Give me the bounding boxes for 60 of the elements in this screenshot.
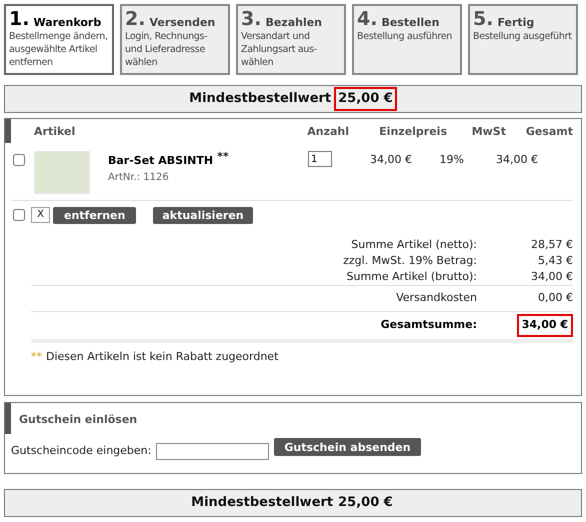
step-title: Versenden [149, 16, 216, 29]
step-description: Login, Rechnungs- und Lieferadresse wählen [125, 30, 208, 69]
summary-value: 34,00 € [531, 268, 573, 285]
step-title: Bezahlen [265, 16, 322, 29]
section-accent-bar [5, 403, 11, 434]
minimum-order-label: Mindestbestellwert [191, 494, 334, 512]
step-title: Warenkorb [33, 16, 102, 29]
summary-value: 28,57 € [531, 236, 573, 253]
column-header: Artikel [34, 124, 76, 140]
column-header: MwSt [470, 124, 506, 140]
coupon-label: Gutscheincode eingeben: [11, 442, 152, 459]
checkout-step[interactable]: 3. Bezahlen Versandart und Zahlungsart aus- wählen [236, 4, 346, 75]
update-button[interactable]: aktualisieren [153, 206, 253, 224]
step-title: Bestellen [381, 16, 440, 29]
quantity-field[interactable]: 1 [308, 151, 332, 167]
step-description: Bestellmenge ändern, ausgewählte Artikel entfernen [9, 30, 109, 69]
unit-price: 34,00 € [369, 152, 412, 168]
checkout-step[interactable]: 2. Versenden Login, Rechnungs- und Lieferadresse wählen [120, 4, 230, 75]
step-description: Bestellung ausgeführt [473, 30, 573, 43]
product-photo-placeholder [34, 151, 90, 194]
step-number: 2. [125, 9, 146, 29]
step-description: Versandart und Zahlungsart aus- wählen [241, 30, 318, 69]
note-mark: ** [31, 349, 42, 365]
summary-value: 5,43 € [538, 252, 573, 269]
step-number: 5. [473, 9, 494, 29]
coupon-code-field[interactable] [156, 442, 270, 460]
vat-rate: 19% [438, 152, 465, 168]
step-description: Bestellung ausführen [357, 30, 453, 43]
summary-label: Summe Artikel (netto): [351, 236, 477, 253]
checkout-step[interactable]: 4. Bestellen Bestellung ausführen [352, 4, 462, 75]
product-name: Bar-Set ABSINTH [108, 153, 214, 169]
summary-label: zzgl. MwSt. 19% Betrag: [343, 252, 477, 269]
step-number: 1. [9, 9, 30, 29]
clear-button[interactable]: X [31, 207, 50, 223]
summary-label: Versandkosten [396, 290, 477, 306]
minimum-order-value: 25,00 € [334, 87, 397, 111]
section-accent-bar [5, 119, 11, 143]
step-number: 4. [357, 9, 378, 29]
summary-value: 0,00 € [538, 290, 573, 306]
line-total: 34,00 € [495, 152, 538, 168]
summary-value: 34,00 € [516, 314, 573, 337]
article-number: ArtNr.: 1126 [108, 170, 170, 184]
minimum-order-label: Mindestbestellwert [189, 90, 332, 108]
select-all-checkbox[interactable] [13, 209, 25, 221]
discount-mark: ** [217, 149, 229, 165]
submit-coupon-button[interactable]: Gutschein absenden [274, 438, 421, 456]
summary-label: Summe Artikel (brutto): [346, 268, 477, 285]
coupon-title: Gutschein einlösen [19, 412, 138, 428]
column-header: Einzelpreis [378, 124, 447, 140]
row-checkbox[interactable] [13, 154, 25, 166]
column-header: Anzahl [306, 124, 349, 140]
checkout-step[interactable]: 5. Fertig Bestellung ausgeführt [468, 4, 578, 75]
checkout-step[interactable]: 1. Warenkorb Bestellmenge ändern, ausgewählte Artikel entfernen [4, 4, 114, 75]
column-header: Gesamt [524, 124, 573, 140]
step-title: Fertig [497, 16, 534, 29]
discount-note: Diesen Artikeln ist kein Rabatt zugeordnet [46, 349, 278, 365]
minimum-order-value: 25,00 € [337, 494, 394, 512]
remove-button[interactable]: entfernen [53, 206, 136, 224]
step-number: 3. [241, 9, 262, 29]
summary-label: Gesamtsumme: [380, 317, 477, 334]
